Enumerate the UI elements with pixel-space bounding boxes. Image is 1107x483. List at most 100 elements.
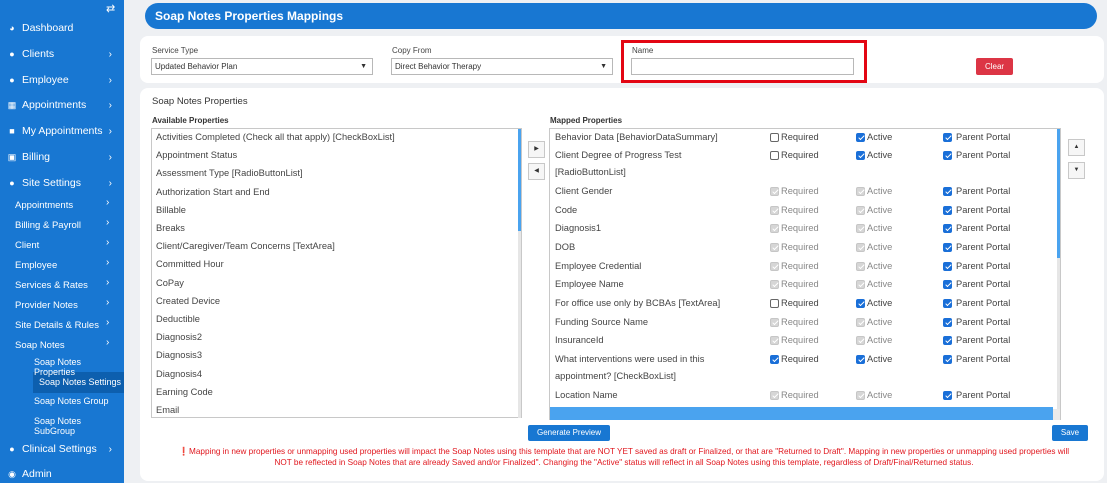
parent-portal-checkbox[interactable]	[943, 224, 952, 233]
active-label: Active	[867, 390, 893, 400]
clear-button[interactable]: Clear	[976, 58, 1013, 75]
active-checkbox[interactable]	[856, 151, 865, 160]
chevron-right-icon: ›	[106, 197, 110, 208]
parent-portal-checkbox[interactable]	[943, 243, 952, 252]
warning-line-2: NOT be reflected in Soap Notes that are …	[274, 458, 974, 467]
mapped-property-name[interactable]: appointment? [CheckBoxList]	[555, 371, 676, 381]
available-property-item[interactable]: Committed Hour	[156, 259, 224, 269]
sidebar-item[interactable]: ● Site Settings ›	[0, 172, 124, 194]
available-property-item[interactable]: Diagnosis2	[156, 332, 202, 342]
sidebar-subitem[interactable]: Client	[15, 240, 39, 251]
parent-portal-label: Parent Portal	[956, 390, 1011, 400]
required-checkbox[interactable]	[770, 299, 779, 308]
parent-portal-checkbox[interactable]	[943, 262, 952, 271]
chevron-right-icon: ›	[108, 74, 112, 86]
parent-portal-checkbox[interactable]	[943, 187, 952, 196]
available-scrollbar-thumb[interactable]	[518, 129, 521, 231]
sidebar-toggle-icon[interactable]: ⇄	[106, 2, 115, 15]
required-checkbox[interactable]	[770, 355, 779, 364]
active-checkbox[interactable]	[856, 299, 865, 308]
sidebar-item[interactable]: ■ My Appointments ›	[0, 120, 124, 142]
active-label: Active	[867, 279, 893, 289]
available-property-item[interactable]: Deductible	[156, 314, 200, 324]
sidebar-subitem[interactable]: Services & Rates	[15, 280, 88, 291]
available-property-item[interactable]: Billable	[156, 205, 186, 215]
mapped-property-name[interactable]: Code	[555, 205, 577, 215]
sidebar-soap-subitem[interactable]: Soap Notes Group	[34, 396, 109, 406]
available-property-item[interactable]: Appointment Status	[156, 150, 237, 160]
available-property-item[interactable]: Activities Completed (Check all that app…	[156, 132, 395, 142]
sidebar-item[interactable]: ● Clients ›	[0, 43, 124, 65]
mapped-property-name[interactable]: What interventions were used in this	[555, 354, 704, 364]
required-checkbox[interactable]	[770, 133, 779, 142]
parent-portal-checkbox[interactable]	[943, 206, 952, 215]
save-button[interactable]: Save	[1052, 425, 1088, 441]
active-checkbox	[856, 206, 865, 215]
available-property-item[interactable]: Diagnosis3	[156, 350, 202, 360]
mapped-property-name[interactable]: [RadioButtonList]	[555, 167, 626, 177]
available-property-item[interactable]: Client/Caregiver/Team Concerns [TextArea…	[156, 241, 335, 251]
move-left-button[interactable]: ◀	[528, 163, 545, 180]
copy-from-select[interactable]: Direct Behavior Therapy ▼	[391, 58, 613, 75]
available-property-item[interactable]: Diagnosis4	[156, 369, 202, 379]
parent-portal-checkbox[interactable]	[943, 336, 952, 345]
active-checkbox[interactable]	[856, 133, 865, 142]
mapped-property-name[interactable]: Client Gender	[555, 186, 612, 196]
parent-portal-checkbox[interactable]	[943, 318, 952, 327]
parent-portal-checkbox[interactable]	[943, 133, 952, 142]
sidebar-soap-subitem[interactable]: Soap Notes SubGroup	[34, 416, 124, 436]
mapped-property-name[interactable]: Funding Source Name	[555, 317, 648, 327]
sidebar-item[interactable]: ● Employee ›	[0, 69, 124, 91]
mapped-scrollbar-thumb[interactable]	[1057, 129, 1060, 258]
sidebar-item[interactable]: ● Clinical Settings ›	[0, 438, 124, 460]
mapped-property-name[interactable]: DOB	[555, 242, 575, 252]
parent-portal-checkbox[interactable]	[943, 299, 952, 308]
sidebar-soap-subitem[interactable]: Soap Notes Settings	[39, 377, 121, 387]
sidebar-subitem[interactable]: Appointments	[15, 200, 73, 211]
mapped-property-name[interactable]: InsuranceId	[555, 335, 604, 345]
mapped-property-name[interactable]: Location Name	[555, 390, 618, 400]
sidebar-subitem[interactable]: Billing & Payroll	[15, 220, 81, 231]
parent-portal-checkbox[interactable]	[943, 151, 952, 160]
parent-portal-label: Parent Portal	[956, 279, 1011, 289]
parent-portal-label: Parent Portal	[956, 223, 1011, 233]
active-checkbox[interactable]	[856, 355, 865, 364]
mapped-property-name[interactable]: For office use only by BCBAs [TextArea]	[555, 298, 720, 308]
sidebar-item-label: My Appointments	[22, 125, 103, 137]
sidebar-item-label: Dashboard	[22, 22, 74, 34]
generate-preview-button[interactable]: Generate Preview	[528, 425, 610, 441]
move-down-button[interactable]: ▼	[1068, 162, 1085, 179]
available-property-item[interactable]: Assessment Type [RadioButtonList]	[156, 168, 303, 178]
active-checkbox	[856, 224, 865, 233]
sidebar-subitem[interactable]: Soap Notes	[15, 340, 65, 351]
sidebar-item[interactable]: ▣ Billing ›	[0, 146, 124, 168]
sidebar-subitem[interactable]: Employee	[15, 260, 57, 271]
mapped-property-name[interactable]: Employee Name	[555, 279, 624, 289]
mapped-property-name[interactable]: Behavior Data [BehaviorDataSummary]	[555, 132, 718, 142]
parent-portal-checkbox[interactable]	[943, 280, 952, 289]
mapped-hscroll[interactable]	[1053, 409, 1060, 420]
sidebar-subitem[interactable]: Provider Notes	[15, 300, 78, 311]
active-label: Active	[867, 205, 893, 215]
required-checkbox[interactable]	[770, 151, 779, 160]
available-property-item[interactable]: Earning Code	[156, 387, 213, 397]
parent-portal-checkbox[interactable]	[943, 355, 952, 364]
sidebar-item[interactable]: ◕ Dashboard	[0, 17, 124, 39]
available-property-item[interactable]: Created Device	[156, 296, 220, 306]
available-property-item[interactable]: Breaks	[156, 223, 185, 233]
mapped-property-name[interactable]: Diagnosis1	[555, 223, 601, 233]
available-property-item[interactable]: Email	[156, 405, 179, 415]
service-type-select[interactable]: Updated Behavior Plan ▼	[151, 58, 373, 75]
parent-portal-checkbox[interactable]	[943, 391, 952, 400]
mapped-property-name[interactable]: Employee Credential	[555, 261, 641, 271]
move-up-button[interactable]: ▲	[1068, 139, 1085, 156]
sidebar-subitem[interactable]: Site Details & Rules	[15, 320, 99, 331]
sidebar-soap-subitem[interactable]: Soap Notes Properties	[34, 357, 124, 377]
move-right-button[interactable]: ▶	[528, 141, 545, 158]
sidebar-item[interactable]: ◉ Admin	[0, 463, 124, 483]
sidebar-item[interactable]: ▦ Appointments ›	[0, 94, 124, 116]
mapped-property-name[interactable]: Client Degree of Progress Test	[555, 150, 681, 160]
available-property-item[interactable]: Authorization Start and End	[156, 187, 270, 197]
available-property-item[interactable]: CoPay	[156, 278, 184, 288]
required-label: Required	[781, 242, 819, 252]
